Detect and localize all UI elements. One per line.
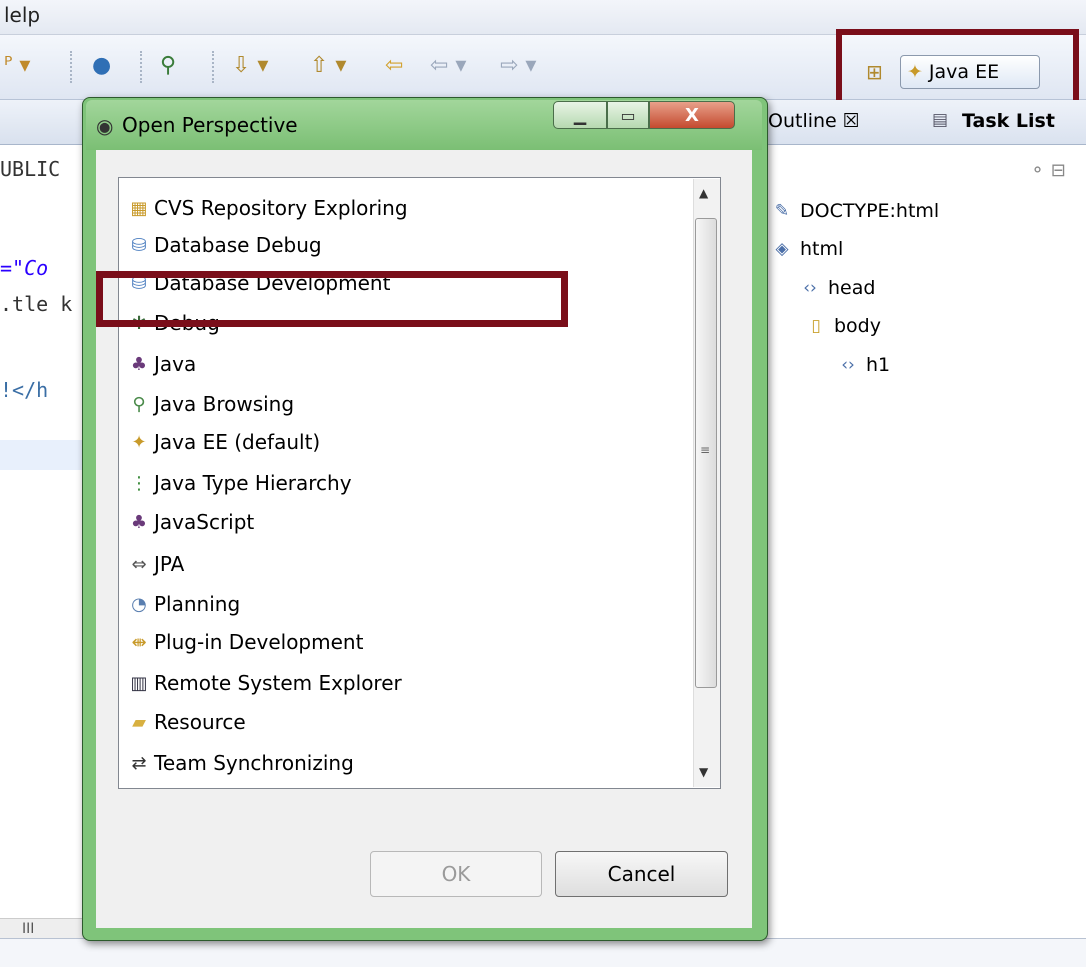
list-item[interactable]: ⋮ Java Type Hierarchy (128, 464, 352, 502)
toolbar-separator (70, 51, 72, 83)
list-item[interactable]: ▥ Remote System Explorer (128, 664, 402, 702)
code-line: UBLIC (0, 157, 61, 181)
java-browsing-icon: ⚲ (132, 393, 146, 415)
minimize-button[interactable]: ▁ (553, 101, 607, 129)
toolbar-separator (212, 51, 214, 83)
globe-icon[interactable]: ● (92, 53, 111, 79)
ok-button[interactable]: OK (370, 851, 542, 897)
code-line: !</h (0, 378, 49, 402)
bottom-panel-tabs (0, 938, 1086, 967)
tree-item-label: h1 (866, 354, 891, 376)
cvs-icon: ▦ (130, 197, 148, 219)
window-controls: ▁ ▭ X (553, 101, 735, 129)
outline-tree-item[interactable]: ▯ body (806, 315, 881, 337)
cancel-button[interactable]: Cancel (555, 851, 728, 897)
perspective-icon: ◉ (96, 114, 114, 138)
outline-toolbar-icons[interactable]: ⚬ ⊟ (1030, 160, 1066, 181)
list-item[interactable]: ⚲ Java Browsing (128, 385, 294, 423)
back-icon[interactable]: ⇦ ▾ (430, 53, 466, 79)
outline-tree-item[interactable]: ‹› head (800, 277, 875, 299)
list-item-label: Java Type Hierarchy (154, 471, 352, 495)
java-ee-icon: ✦ (131, 431, 147, 453)
selection-highlight-frame (96, 271, 568, 327)
planning-icon: ◔ (131, 593, 147, 615)
last-edit-icon[interactable]: ⇦ (385, 53, 403, 79)
list-item-label: Resource (154, 710, 246, 734)
outline-tree-item[interactable]: ◈ html (772, 238, 843, 260)
list-item[interactable]: ✦ Java EE (default) (128, 423, 320, 461)
scroll-down-icon[interactable]: ▼ (699, 765, 708, 779)
scroll-up-icon[interactable]: ▲ (699, 186, 708, 200)
code-line: ="Co (0, 256, 49, 280)
list-item-label: Remote System Explorer (154, 671, 402, 695)
horizontal-scrollbar[interactable]: III (0, 918, 90, 939)
list-item-label: Java EE (default) (154, 430, 321, 454)
plugin-icon: ⇼ (131, 631, 147, 653)
list-item[interactable]: ⇄ Team Synchronizing (128, 744, 354, 782)
list-item-label: CVS Repository Exploring (154, 196, 408, 220)
doctype-icon: ✎ (774, 201, 790, 221)
folder-icon: ▰ (132, 711, 146, 733)
run-dropdown-icon[interactable]: ᴾ ▾ (4, 53, 30, 79)
list-item-label: Planning (154, 592, 241, 616)
list-item[interactable]: ♣ JavaScript (128, 503, 254, 541)
task-list-icon: ▤ (932, 110, 949, 130)
tab-task-list[interactable]: Task List (962, 110, 1055, 132)
element-icon: ‹› (841, 355, 855, 375)
tree-item-label: head (828, 277, 876, 299)
next-annotation-icon[interactable]: ⇩ ▾ (232, 53, 268, 79)
list-item-label: Java Browsing (154, 392, 295, 416)
jpa-icon: ⇔ (131, 553, 147, 575)
list-item[interactable]: ⇔ JPA (128, 545, 184, 583)
java-icon: ♣ (130, 353, 148, 375)
close-button[interactable]: X (649, 101, 735, 129)
list-item[interactable]: ⛁ Database Debug (128, 226, 322, 264)
database-debug-icon: ⛁ (131, 234, 147, 256)
list-item-label: Plug-in Development (154, 630, 364, 654)
html-tag-icon: ◈ (775, 239, 789, 259)
forward-icon[interactable]: ⇨ ▾ (500, 53, 536, 79)
list-item[interactable]: ♣ Java (128, 345, 196, 383)
list-item[interactable]: ▦ CVS Repository Exploring (128, 189, 408, 227)
remote-system-icon: ▥ (130, 672, 148, 694)
dialog-title: Open Perspective (122, 113, 298, 137)
list-item-label: JavaScript (154, 510, 255, 534)
menu-help[interactable]: lelp (4, 3, 40, 27)
tree-item-label: body (834, 315, 881, 337)
element-icon: ‹› (803, 278, 817, 298)
perspective-highlight-frame (836, 29, 1079, 106)
javascript-icon: ♣ (130, 511, 148, 533)
code-line: .tle k (0, 292, 73, 316)
team-sync-icon: ⇄ (131, 752, 147, 774)
scroll-grip: III (22, 921, 35, 937)
editor-tab[interactable] (0, 100, 95, 145)
list-item-label: JPA (154, 552, 185, 576)
tab-outline[interactable]: Outline ☒ (768, 110, 860, 132)
body-icon: ▯ (811, 316, 821, 336)
list-item-label: Team Synchronizing (154, 751, 354, 775)
list-item-label: Java (154, 352, 197, 376)
list-item[interactable]: ⇼ Plug-in Development (128, 623, 363, 661)
list-item[interactable]: ◔ Planning (128, 585, 240, 623)
close-icon: X (685, 104, 699, 126)
previous-annotation-icon[interactable]: ⇧ ▾ (310, 53, 346, 79)
scroll-grip-icon: ≡ (700, 443, 711, 457)
outline-tree-item[interactable]: ‹› h1 (838, 354, 890, 376)
hierarchy-icon: ⋮ (130, 472, 148, 494)
search-icon[interactable]: ⚲ (160, 53, 176, 79)
toolbar-separator (140, 51, 142, 83)
tree-item-label: DOCTYPE:html (800, 200, 940, 222)
tree-item-label: html (800, 238, 844, 260)
maximize-button[interactable]: ▭ (607, 101, 649, 129)
list-item[interactable]: ▰ Resource (128, 703, 246, 741)
outline-tree-item[interactable]: ✎ DOCTYPE:html (772, 200, 939, 222)
list-item-label: Database Debug (154, 233, 322, 257)
